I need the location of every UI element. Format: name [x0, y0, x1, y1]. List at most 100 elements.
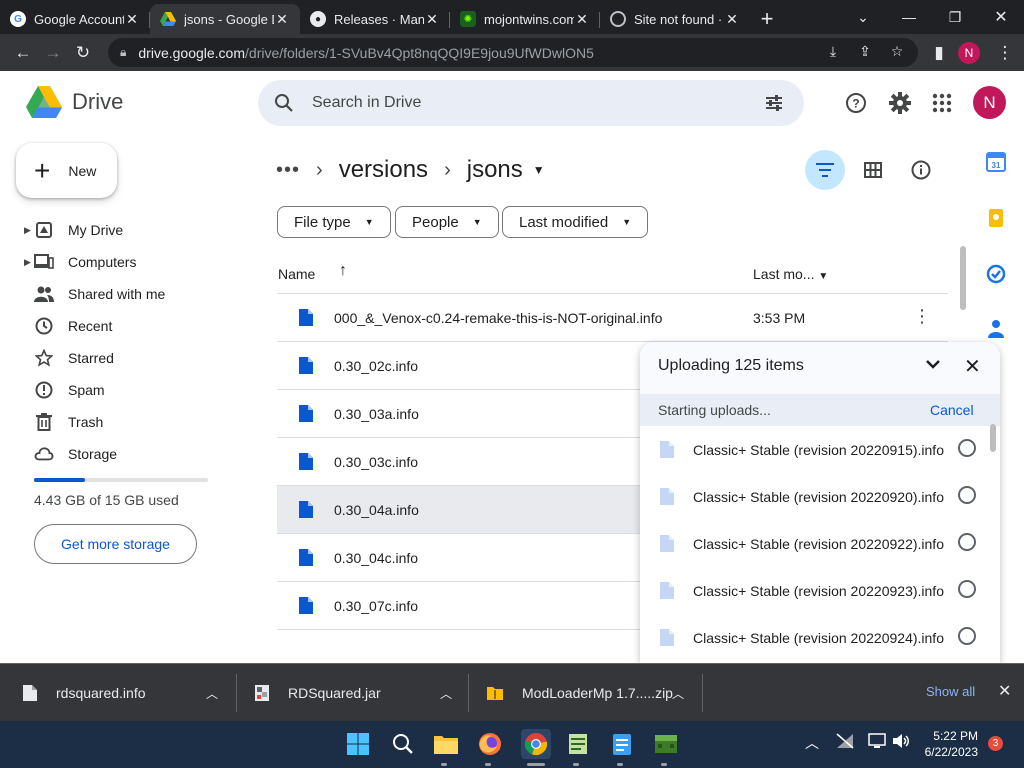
apps-grid-icon[interactable]	[927, 88, 957, 118]
folder-menu-caret-icon[interactable]: ▼	[533, 163, 545, 177]
share-icon[interactable]: ⇪	[852, 43, 878, 60]
chevron-up-icon[interactable]: ︿	[440, 685, 452, 702]
close-tab-icon[interactable]: ✕	[724, 11, 740, 28]
collapse-chevron-icon[interactable]	[925, 357, 941, 375]
sidebar-item-trash[interactable]: Trash	[0, 406, 240, 438]
expand-caret-icon[interactable]: ▶	[24, 225, 31, 236]
upload-list-scrollbar[interactable]	[990, 424, 996, 452]
sidebar-item-storage[interactable]: Storage	[0, 438, 240, 470]
file-name[interactable]: 0.30_03c.info	[334, 454, 418, 470]
file-icon	[23, 685, 37, 701]
close-tab-icon[interactable]: ✕	[124, 11, 140, 28]
notepad-icon[interactable]	[609, 731, 635, 757]
sidebar-item-starred[interactable]: Starred	[0, 342, 240, 374]
file-list-scrollbar[interactable]	[960, 246, 966, 310]
sidebar-item-recent[interactable]: Recent	[0, 310, 240, 342]
firefox-icon[interactable]	[477, 731, 503, 757]
help-icon[interactable]: ?	[841, 88, 871, 118]
search-bar[interactable]: Search in Drive	[258, 80, 804, 126]
breadcrumb-overflow-button[interactable]: •••	[276, 159, 300, 182]
file-name[interactable]: 0.30_07c.info	[334, 598, 418, 614]
calendar-icon[interactable]: 31	[986, 152, 1006, 172]
file-name[interactable]: 0.30_04a.info	[334, 502, 419, 518]
tray-overflow-chevron-icon[interactable]: ︿	[805, 733, 819, 753]
get-more-storage-button[interactable]: Get more storage	[34, 524, 197, 564]
keep-icon[interactable]	[986, 208, 1006, 228]
profile-avatar[interactable]: N	[958, 42, 980, 64]
notepad-plus-icon[interactable]	[565, 731, 591, 757]
filter-chip-people[interactable]: People ▼	[395, 206, 499, 238]
bookmark-star-icon[interactable]: ☆	[884, 43, 910, 60]
sidebar-item-shared-with-me[interactable]: Shared with me	[0, 278, 240, 310]
taskbar-clock[interactable]: 5:22 PM 6/22/2023	[918, 728, 978, 760]
sort-ascending-icon[interactable]: ↑	[339, 262, 347, 280]
taskbar-search-icon[interactable]	[390, 731, 416, 757]
minecraft-launcher-icon[interactable]	[653, 731, 679, 757]
file-row[interactable]: 000_&_Venox-c0.24-remake-this-is-NOT-ori…	[277, 294, 948, 342]
tab-site-not-found[interactable]: Site not found · ✕	[600, 4, 750, 34]
forward-icon[interactable]: →	[38, 38, 68, 68]
column-name[interactable]: Name	[278, 266, 315, 282]
column-last-modified[interactable]: Last mo... ▼	[753, 266, 828, 282]
cancel-upload-button[interactable]: Cancel	[930, 402, 974, 418]
install-app-icon[interactable]: ⤓	[820, 43, 846, 60]
close-tab-icon[interactable]: ✕	[424, 11, 440, 28]
tasks-icon[interactable]	[986, 264, 1006, 284]
tab-search-icon[interactable]: ⌄	[840, 0, 886, 34]
chevron-up-icon[interactable]: ︿	[206, 685, 218, 702]
side-panel-icon[interactable]: ▮	[924, 38, 954, 68]
expand-caret-icon[interactable]: ▶	[24, 257, 31, 268]
back-icon[interactable]: ←	[8, 38, 38, 68]
new-tab-button[interactable]: +	[750, 4, 784, 34]
chrome-icon[interactable]	[521, 729, 551, 759]
download-item[interactable]: RDSquared.jar ︿	[254, 664, 464, 722]
restore-button[interactable]: ❐	[932, 0, 978, 34]
file-name[interactable]: 0.30_02c.info	[334, 358, 418, 374]
file-name[interactable]: 0.30_04c.info	[334, 550, 418, 566]
close-tab-icon[interactable]: ✕	[574, 11, 590, 28]
account-avatar[interactable]: N	[973, 86, 1006, 119]
show-all-downloads-link[interactable]: Show all	[926, 684, 975, 699]
display-icon[interactable]	[868, 733, 886, 752]
breadcrumb-item-versions[interactable]: versions	[339, 156, 428, 184]
grid-view-button[interactable]	[853, 150, 893, 190]
file-name[interactable]: 0.30_03a.info	[334, 406, 419, 422]
drive-logo[interactable]: Drive	[26, 86, 123, 118]
network-icon[interactable]	[836, 733, 854, 752]
tab-mojontwins[interactable]: ✺ mojontwins.com ✕	[450, 4, 600, 34]
file-explorer-icon[interactable]	[433, 731, 459, 757]
tab-drive-jsons[interactable]: jsons - Google Drive ✕	[150, 4, 300, 34]
close-shelf-icon[interactable]: ✕	[998, 681, 1011, 701]
new-button[interactable]: + New	[16, 143, 117, 198]
download-item[interactable]: ModLoaderMp 1.7.....zip ︿	[486, 664, 696, 722]
volume-icon[interactable]	[892, 733, 910, 752]
download-item[interactable]: rdsquared.info ︿	[22, 664, 232, 722]
filter-chip-last-modified[interactable]: Last modified ▼	[502, 206, 649, 238]
close-window-button[interactable]: ✕	[978, 0, 1024, 34]
contacts-icon[interactable]	[986, 318, 1006, 338]
sidebar-item-my-drive[interactable]: ▶ My Drive	[0, 214, 240, 246]
search-input[interactable]: Search in Drive	[312, 94, 804, 112]
details-button[interactable]	[901, 150, 941, 190]
search-options-icon[interactable]	[764, 93, 784, 113]
windows-start-icon[interactable]	[345, 731, 371, 757]
reload-icon[interactable]: ↻	[68, 38, 98, 68]
minimize-button[interactable]: —	[886, 0, 932, 34]
svg-text:31: 31	[992, 161, 1001, 170]
file-name[interactable]: 000_&_Venox-c0.24-remake-this-is-NOT-ori…	[334, 310, 662, 326]
sidebar-item-computers[interactable]: ▶ Computers	[0, 246, 240, 278]
breadcrumb-item-current[interactable]: jsons	[467, 156, 523, 184]
address-bar[interactable]: 🔒︎ drive.google.com/drive/folders/1-SVuB…	[108, 38, 918, 67]
notification-badge[interactable]: 3	[988, 736, 1003, 751]
more-actions-icon[interactable]: ⋮	[913, 306, 931, 327]
menu-icon[interactable]: ⋮	[990, 38, 1020, 68]
filter-chip-file-type[interactable]: File type ▼	[277, 206, 391, 238]
tab-releases-mantle[interactable]: ● Releases · Mantle ✕	[300, 4, 450, 34]
chevron-up-icon[interactable]: ︿	[672, 685, 684, 702]
tab-google-account[interactable]: G Google Account ✕	[0, 4, 150, 34]
settings-gear-icon[interactable]	[885, 88, 915, 118]
sidebar-item-spam[interactable]: Spam	[0, 374, 240, 406]
close-tab-icon[interactable]: ✕	[274, 11, 290, 28]
close-upload-panel-icon[interactable]: ✕	[964, 354, 981, 379]
filter-toggle-button[interactable]	[805, 150, 845, 190]
